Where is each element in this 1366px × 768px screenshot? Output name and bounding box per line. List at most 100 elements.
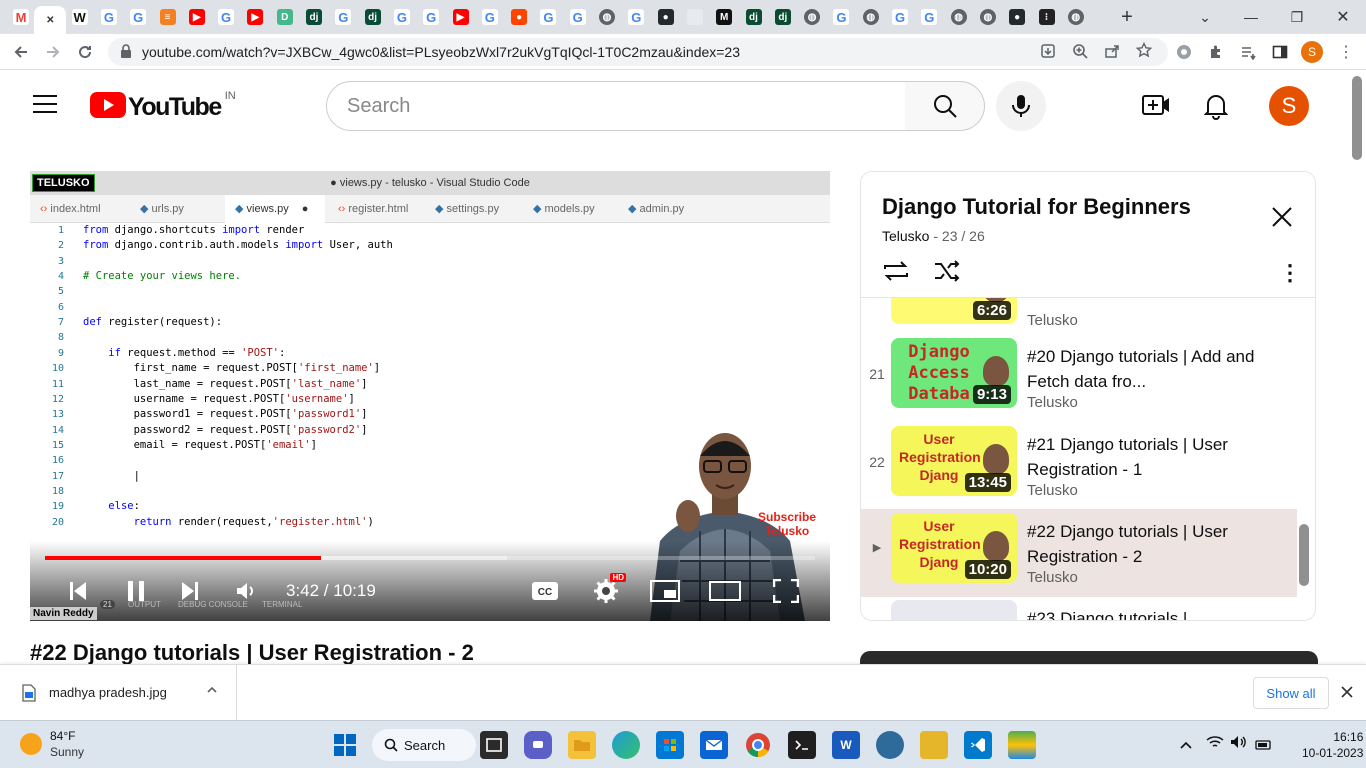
browser-tab[interactable]: ◍ xyxy=(858,6,884,28)
hamburger-menu-icon[interactable] xyxy=(32,94,58,119)
download-options-chevron-icon[interactable] xyxy=(206,683,218,701)
playlist-title[interactable]: Django Tutorial for Beginners xyxy=(882,194,1191,220)
previous-video-button[interactable] xyxy=(60,575,96,607)
browser-tab[interactable]: ● xyxy=(653,6,679,28)
browser-tab[interactable]: G xyxy=(213,6,239,28)
browser-tab[interactable]: M xyxy=(711,6,737,28)
file-explorer-icon[interactable] xyxy=(568,731,596,759)
maximize-window-button[interactable]: ❐ xyxy=(1274,0,1320,34)
battery-icon[interactable] xyxy=(1255,737,1273,755)
next-video-button[interactable] xyxy=(172,575,208,607)
browser-tab[interactable]: G xyxy=(389,6,415,28)
browser-tab[interactable]: ● xyxy=(1004,6,1030,28)
microsoft-store-icon[interactable] xyxy=(656,731,684,759)
show-all-downloads-button[interactable]: Show all xyxy=(1253,677,1329,709)
extensions-puzzle-icon[interactable] xyxy=(1208,44,1224,65)
taskbar-search[interactable]: Search xyxy=(372,729,476,761)
shuffle-playlist-icon[interactable] xyxy=(933,260,961,287)
captions-button[interactable]: CC xyxy=(527,575,563,607)
browser-tab[interactable]: ◍ xyxy=(1063,6,1089,28)
browser-tab[interactable]: G xyxy=(477,6,503,28)
next-recommendation-thumbnail[interactable] xyxy=(860,651,1318,664)
share-icon[interactable] xyxy=(1104,43,1120,64)
teams-chat-icon[interactable] xyxy=(524,731,552,759)
browser-tab[interactable]: G xyxy=(623,6,649,28)
close-window-button[interactable]: ✕ xyxy=(1320,0,1366,34)
download-item[interactable]: madhya pradesh.jpg xyxy=(0,665,237,721)
browser-tab[interactable]: W xyxy=(67,6,93,28)
playlist-item[interactable]: 21 Django Access Databa 9:13 #20 Django tut… xyxy=(861,334,1297,422)
browser-tab[interactable]: ▶ xyxy=(242,6,268,28)
search-button[interactable] xyxy=(905,81,985,131)
omnibox[interactable]: youtube.com/watch?v=JXBCw_4gwc0&list=PLs… xyxy=(108,38,1168,66)
account-avatar[interactable]: S xyxy=(1269,86,1309,126)
layers-app-icon[interactable] xyxy=(1008,731,1036,759)
word-icon[interactable]: W xyxy=(832,731,860,759)
volume-button[interactable] xyxy=(228,575,264,607)
browser-tab[interactable]: ◍ xyxy=(975,6,1001,28)
browser-tab[interactable]: D xyxy=(272,6,298,28)
playlist-scrollbar[interactable] xyxy=(1299,524,1309,586)
pause-button[interactable] xyxy=(118,575,154,607)
browser-tab[interactable]: G xyxy=(330,6,356,28)
reload-button[interactable] xyxy=(72,40,98,64)
mail-icon[interactable] xyxy=(700,731,728,759)
playlist-item[interactable]: Panel6:26 Telusko xyxy=(861,298,1297,338)
browser-tab[interactable]: G xyxy=(125,6,151,28)
theater-mode-button[interactable] xyxy=(707,575,743,607)
browser-tab[interactable]: ● xyxy=(506,6,532,28)
browser-tab[interactable]: G xyxy=(565,6,591,28)
volume-speaker-icon[interactable] xyxy=(1230,735,1248,754)
browser-tab[interactable]: dj xyxy=(301,6,327,28)
browser-tab[interactable]: ✕ xyxy=(34,6,67,34)
search-input[interactable]: Search xyxy=(326,81,906,131)
browser-tab[interactable]: G xyxy=(828,6,854,28)
new-tab-button[interactable]: + xyxy=(1104,0,1150,34)
browser-tab[interactable]: dj xyxy=(360,6,386,28)
loop-playlist-icon[interactable] xyxy=(882,260,910,287)
miniplayer-button[interactable] xyxy=(647,575,683,607)
profile-avatar[interactable]: S xyxy=(1301,41,1323,63)
voice-search-button[interactable] xyxy=(996,81,1046,131)
back-button[interactable] xyxy=(8,40,34,64)
google-lens-extension-icon[interactable] xyxy=(1176,44,1192,65)
chrome-taskbar-icon[interactable] xyxy=(744,731,772,759)
postgres-elephant-icon[interactable] xyxy=(876,731,904,759)
browser-tab[interactable]: G xyxy=(887,6,913,28)
browser-tab[interactable]: G xyxy=(535,6,561,28)
youtube-logo[interactable]: YouTube IN xyxy=(90,90,236,123)
chrome-menu-icon[interactable]: ⋮ xyxy=(1338,42,1354,62)
minimize-window-button[interactable]: — xyxy=(1228,0,1274,34)
browser-tab[interactable]: dj xyxy=(741,6,767,28)
create-video-icon[interactable] xyxy=(1142,94,1170,121)
start-windows-icon[interactable] xyxy=(331,731,359,759)
playlist-more-icon[interactable]: ⋮ xyxy=(1279,260,1301,286)
side-panel-icon[interactable] xyxy=(1272,44,1288,65)
install-app-icon[interactable] xyxy=(1040,43,1056,64)
browser-tab[interactable] xyxy=(682,6,708,28)
browser-tab[interactable]: G xyxy=(96,6,122,28)
vscode-icon[interactable] xyxy=(964,731,992,759)
settings-button[interactable]: HD xyxy=(588,573,626,607)
browser-tab[interactable]: M xyxy=(8,6,34,28)
reading-list-icon[interactable] xyxy=(1240,44,1256,65)
edge-browser-icon[interactable] xyxy=(612,731,640,759)
browser-tab[interactable]: ▶ xyxy=(448,6,474,28)
playlist-item[interactable]: ▶ User Registration Djang 10:20 #22 Django … xyxy=(861,509,1297,597)
task-view-icon[interactable] xyxy=(480,731,508,759)
pycharm-icon[interactable] xyxy=(920,731,948,759)
browser-tab[interactable]: ◍ xyxy=(799,6,825,28)
page-scrollbar-thumb[interactable] xyxy=(1352,76,1362,160)
playlist-channel[interactable]: Telusko xyxy=(882,228,929,244)
close-playlist-icon[interactable] xyxy=(1271,206,1293,233)
notifications-bell-icon[interactable] xyxy=(1203,92,1229,125)
close-download-shelf-icon[interactable] xyxy=(1341,685,1353,703)
forward-button[interactable] xyxy=(40,40,66,64)
browser-tab[interactable]: ◍ xyxy=(946,6,972,28)
wifi-icon[interactable] xyxy=(1206,735,1224,754)
tab-search-icon[interactable]: ⌄ xyxy=(1182,0,1228,34)
bookmark-star-icon[interactable] xyxy=(1135,41,1153,63)
browser-tab[interactable]: ▶ xyxy=(184,6,210,28)
browser-tab[interactable]: G xyxy=(418,6,444,28)
zoom-icon[interactable] xyxy=(1072,43,1088,64)
